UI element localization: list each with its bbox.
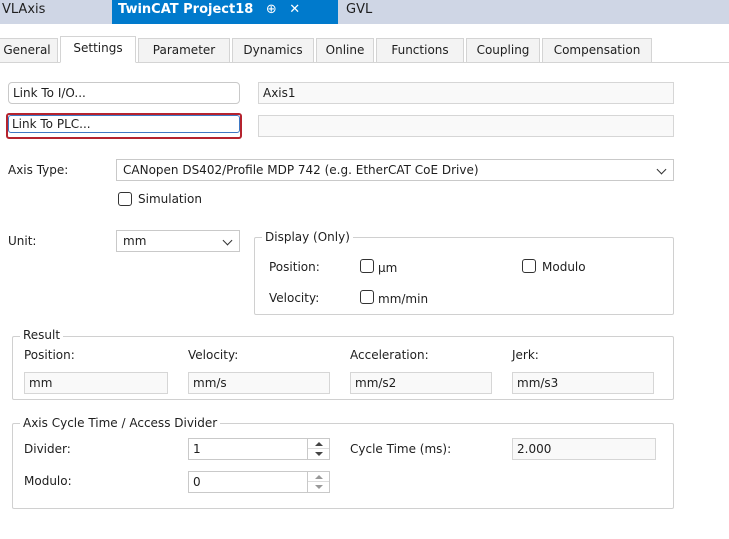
modulo-checkbox-label: Modulo [542,260,586,274]
modulo-checkbox[interactable] [522,259,536,273]
close-icon[interactable]: ✕ [289,2,300,17]
cycle-time-group-title: Axis Cycle Time / Access Divider [20,416,221,430]
doc-tab-label: TwinCAT Project18 [118,2,254,17]
result-acceleration-field: mm/s2 [350,372,492,394]
result-velocity-label: Velocity: [188,348,239,362]
tab-label: Coupling [476,43,530,57]
cycle-modulo-label: Modulo: [24,474,72,488]
simulation-label: Simulation [138,192,202,206]
link-to-io-label: Link To I/O... [13,86,86,100]
chevron-down-icon [656,164,667,175]
tab-label: Compensation [553,43,641,57]
divider-stepper[interactable]: 1 [188,438,330,460]
tab-label: Settings [73,41,123,55]
spin-up-icon[interactable] [308,439,329,449]
simulation-checkbox[interactable] [118,192,132,206]
divider-value: 1 [193,442,201,456]
modulo-value: 0 [193,475,201,489]
tab-online[interactable]: Online [316,38,374,62]
display-velocity-label: Velocity: [269,291,320,305]
axis-type-value: CANopen DS402/Profile MDP 742 (e.g. Ethe… [123,163,479,177]
um-checkbox[interactable] [360,259,374,273]
unit-select[interactable]: mm [116,230,240,252]
cycle-time-field: 2.000 [512,438,656,460]
linked-io-field: Axis1 [258,82,674,104]
spin-down-icon[interactable] [308,482,329,492]
um-label: μm [378,261,398,275]
tab-label: Functions [391,43,449,57]
tab-label: Parameter [152,43,216,57]
result-position-field: mm [24,372,168,394]
tab-label: Dynamics [243,43,303,57]
result-group-title: Result [20,328,64,342]
chevron-down-icon [222,235,233,246]
divider-spin-buttons [307,439,329,459]
doc-tab-label: VLAxis [2,2,46,17]
doc-tab-twincat-project[interactable]: TwinCAT Project18 ⊕ ✕ [112,0,338,24]
tab-coupling[interactable]: Coupling [466,38,540,62]
document-tab-strip: VLAxis TwinCAT Project18 ⊕ ✕ GVL [0,0,729,24]
tab-label: Online [325,43,365,57]
doc-tab-label: GVL [346,2,373,17]
cycle-time-group [12,423,674,509]
result-acceleration-label: Acceleration: [350,348,429,362]
spin-up-icon[interactable] [308,472,329,482]
result-jerk-field: mm/s3 [512,372,654,394]
link-to-plc-button[interactable]: Link To PLC... [6,113,242,139]
modulo-spin-buttons [307,472,329,492]
axis-type-label: Axis Type: [8,163,69,177]
doc-tab-vlaxis[interactable]: VLAxis [0,0,51,24]
cycle-time-label: Cycle Time (ms): [350,442,452,456]
display-position-label: Position: [269,260,320,274]
tab-general[interactable]: General [0,38,58,62]
settings-tab-bar: General Settings Parameter Dynamics Onli… [0,36,729,63]
result-jerk-label: Jerk: [512,348,539,362]
result-velocity-field: mm/s [188,372,330,394]
pin-icon[interactable]: ⊕ [266,2,277,17]
tab-dynamics[interactable]: Dynamics [232,38,314,62]
tab-compensation[interactable]: Compensation [542,38,652,62]
display-group-title: Display (Only) [262,230,353,244]
link-to-plc-label: Link To PLC... [8,115,240,133]
mm-min-label: mm/min [378,292,429,306]
tab-label: General [3,43,51,57]
unit-value: mm [123,234,147,248]
spin-down-icon[interactable] [308,449,329,459]
tab-parameter[interactable]: Parameter [138,38,230,62]
tab-functions[interactable]: Functions [376,38,464,62]
modulo-stepper[interactable]: 0 [188,471,330,493]
unit-label: Unit: [8,234,37,248]
mm-min-checkbox[interactable] [360,290,374,304]
linked-plc-field [258,115,674,137]
doc-tab-gvl[interactable]: GVL [340,0,378,24]
link-to-io-button[interactable]: Link To I/O... [8,82,240,104]
tab-settings[interactable]: Settings [60,36,136,63]
divider-label: Divider: [24,442,71,456]
result-position-label: Position: [24,348,75,362]
axis-type-select[interactable]: CANopen DS402/Profile MDP 742 (e.g. Ethe… [116,159,674,181]
